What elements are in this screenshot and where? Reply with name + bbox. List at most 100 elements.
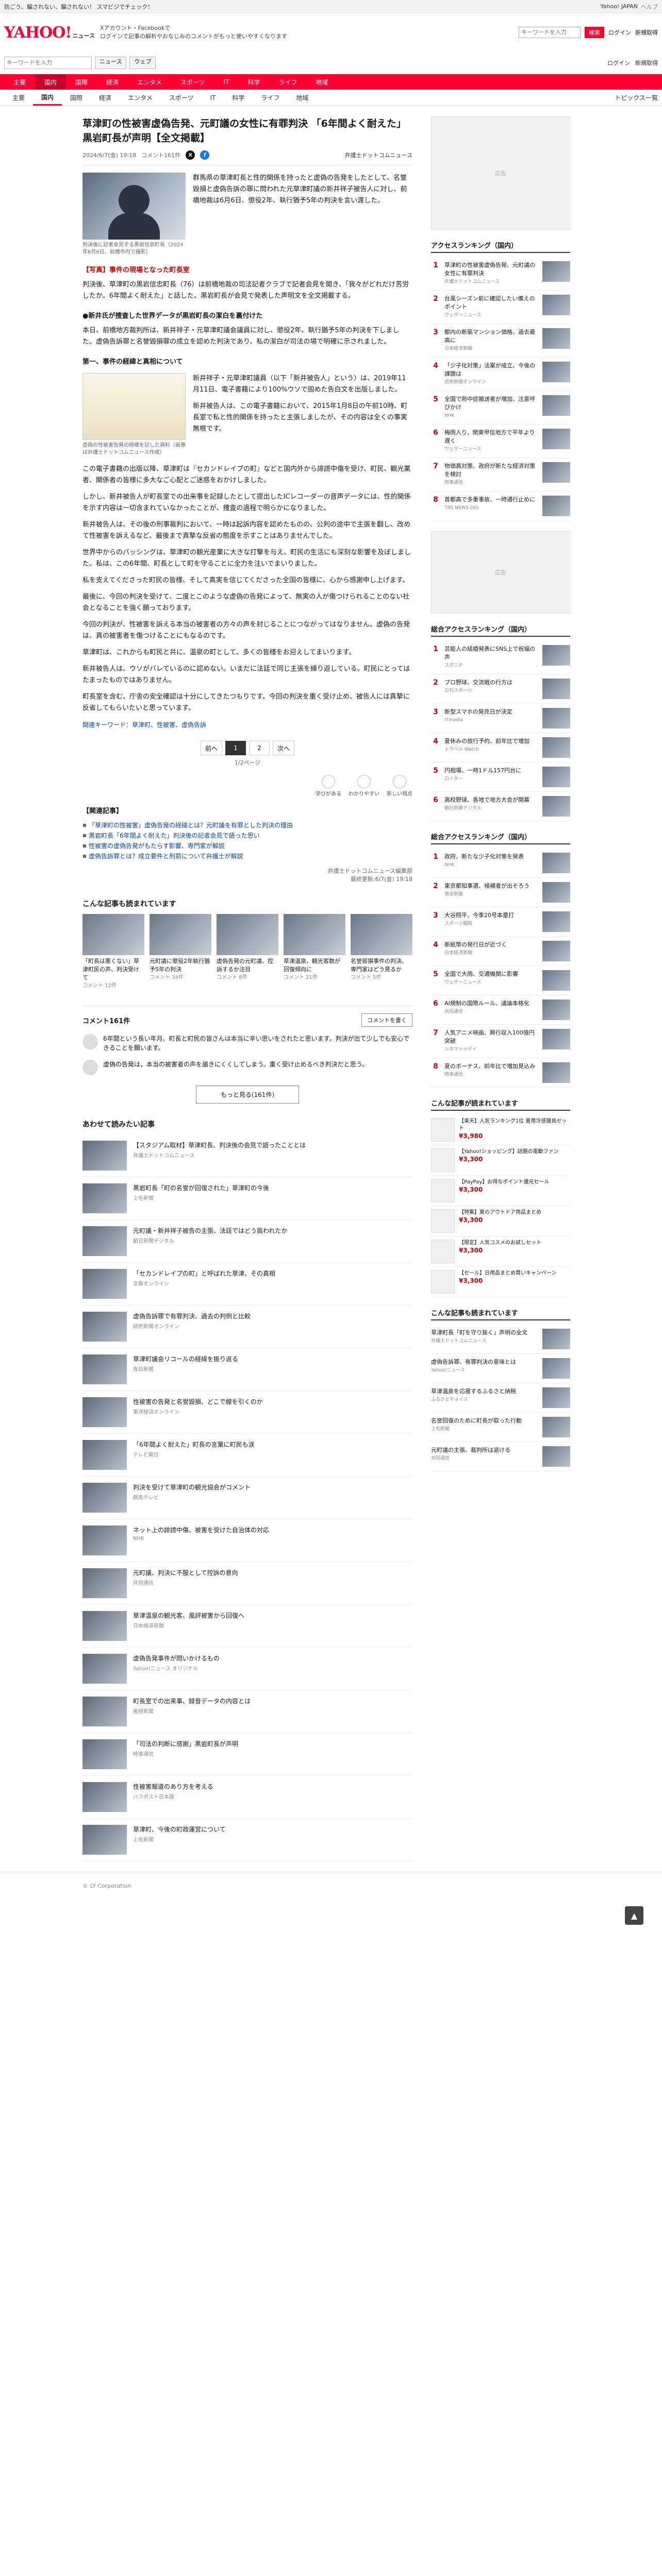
subnav-item-top[interactable]: 主要 (4, 90, 33, 106)
list-item[interactable]: 草津町議会リコールの経緯を振り返る 毎日新聞 (82, 1348, 412, 1391)
shop-item[interactable]: 【特集】夏のアウトドア用品まとめ ¥3,300 (431, 1206, 570, 1236)
ranking-item[interactable]: 5 全国で大雨、交通機関に影響 ウェザーニュース (431, 966, 570, 995)
comment-count-link[interactable]: コメント161件 (141, 151, 180, 159)
pick-card[interactable]: 名誉毀損事件の判決、専門家はどう見るか コメント 5件 (351, 914, 412, 990)
subnav-item-economy[interactable]: 経済 (91, 90, 120, 106)
list-item[interactable]: 虚偽告訴罪で有罪判決、過去の判例と比較 読売新聞オンライン (82, 1306, 412, 1348)
sidebar-ad[interactable]: 広告 (431, 116, 570, 230)
pager-next[interactable]: 次へ (273, 741, 295, 755)
news-search-input[interactable] (4, 57, 92, 69)
search-news-button[interactable]: ニュース (95, 57, 127, 69)
ranking-item[interactable]: 2 台風シーズン前に確認したい備えのポイント ウェザーニュース (431, 291, 570, 324)
reaction-new-view[interactable]: 新しい視点 (387, 775, 412, 797)
photo-section-link[interactable]: 【写真】事件の現場となった町長室 (82, 264, 412, 274)
list-item[interactable]: 判決を受けて草津町の観光協会がコメント 群馬テレビ (82, 1477, 412, 1519)
list-item[interactable]: 元町議、判決に不服として控訴の意向 共同通信 (82, 1562, 412, 1605)
ranking-item[interactable]: 3 都内の新築マンション価格、過去最高に 日本経済新聞 (431, 324, 570, 358)
subnav-item-science[interactable]: 科学 (224, 90, 253, 106)
help-link[interactable]: ヘルプ (641, 3, 658, 11)
related-link[interactable]: 虚偽告訴罪とは？成立要件と刑罰について弁護士が解説 (82, 851, 412, 861)
ranking-item[interactable]: 8 首都高で多重事故、一時通行止めに TBS NEWS DIG (431, 492, 570, 521)
side-more-item[interactable]: 草津温泉を応援するふるさと納税 ふるさとチョイス (431, 1383, 570, 1413)
search-web-button[interactable]: ウェブ (129, 57, 156, 69)
ranking-item[interactable]: 1 芸能人の結婚発表にSNS上で祝福の声 スポニチ (431, 641, 570, 674)
more-comments-button[interactable]: もっと見る(161件) (196, 1086, 299, 1104)
pager-page-2[interactable]: 2 (249, 741, 270, 755)
subnav-item-it[interactable]: IT (202, 90, 224, 106)
pick-card[interactable]: 「町長は悪くない」草津町民の声、判決受けて コメント 12件 (82, 914, 144, 990)
reaction-clear[interactable]: わかりやすい (349, 775, 379, 797)
list-item[interactable]: 「司法の判断に感謝」黒岩町長が声明 時事通信 (82, 1733, 412, 1776)
nav-item-world[interactable]: 国際 (66, 74, 97, 90)
ranking-item[interactable]: 4 夏休みの旅行予約、前年比で増加 トラベル Watch (431, 733, 570, 762)
side-more-item[interactable]: 元町議の主張、裁判所は退ける 共同通信 (431, 1442, 570, 1471)
subnav-item-life[interactable]: ライフ (253, 90, 288, 106)
reaction-learning[interactable]: 学びがある (316, 775, 341, 797)
pick-card[interactable]: 元町議に懲役2年執行猶予5年の判決 コメント 34件 (150, 914, 211, 990)
article-source[interactable]: 弁護士ドットコムニュース (345, 151, 412, 159)
list-item[interactable]: ネット上の誹謗中傷、被害を受けた自治体の対応 NHK (82, 1519, 412, 1562)
ranking-item[interactable]: 7 人気アニメ映画、興行収入100億円突破 シネマトゥデイ (431, 1025, 570, 1058)
lead-photo[interactable] (82, 173, 186, 240)
ranking-item[interactable]: 2 東京都知事選、候補者が出そろう 東京新聞 (431, 878, 570, 907)
list-item[interactable]: 黒岩町長「町の名誉が回復された」草津町の今後 上毛新聞 (82, 1177, 412, 1220)
related-link[interactable]: 性被害の虚偽告発がもたらす影響、専門家が解説 (82, 841, 412, 851)
list-item[interactable]: 草津温泉の観光客、風評被害から回復へ 日本経済新聞 (82, 1605, 412, 1648)
yahoo-news-logo[interactable]: YAHOO! ニュース (4, 24, 95, 42)
shop-item[interactable]: 【限定】人気コスメのお試しセット ¥3,300 (431, 1236, 570, 1267)
header-search-input[interactable] (519, 27, 581, 38)
yahoo-link[interactable]: Yahoo! JAPAN (600, 3, 638, 10)
subnav-item-entertainment[interactable]: エンタメ (120, 90, 161, 106)
pager-prev[interactable]: 前へ (200, 741, 222, 755)
list-item[interactable]: 【スタジアム取材】草津町長、判決後の会見で語ったこととは 弁護士ドットコムニュース (82, 1134, 412, 1177)
side-more-item[interactable]: 虚偽告訴罪、有罪判決の意味とは Yahoo!ニュース (431, 1354, 570, 1383)
list-item[interactable]: 虚偽告発事件が問いかけるもの Yahoo!ニュース オリジナル (82, 1648, 412, 1690)
nav-item-science[interactable]: 科学 (238, 74, 269, 90)
list-item[interactable]: 性被害報道のあり方を考える ハフポスト日本版 (82, 1776, 412, 1819)
nav-item-sports[interactable]: スポーツ (171, 74, 214, 90)
header-search-button[interactable]: 検索 (585, 27, 604, 38)
related-link[interactable]: 黒岩町長「6年間よく耐えた」判決後の記者会見で語った思い (82, 831, 412, 841)
subbar-register[interactable]: 新規取得 (635, 59, 658, 67)
nav-item-domestic[interactable]: 国内 (35, 74, 67, 90)
nav-item-life[interactable]: ライフ (269, 74, 306, 90)
shop-item[interactable]: 【Yahoo!ショッピング】話題の電動ファン ¥3,300 (431, 1145, 570, 1176)
ranking-item[interactable]: 6 高校野球、各地で地方大会が開幕 朝日新聞デジタル (431, 792, 570, 821)
ranking-item[interactable]: 2 プロ野球、交流戦の行方は 日刊スポーツ (431, 674, 570, 704)
list-item[interactable]: 元町議・新井祥子被告の主張、法廷ではどう扱われたか 朝日新聞デジタル (82, 1220, 412, 1263)
keyword-links[interactable]: 関連キーワード：草津町、性被害、虚偽告訴 (82, 719, 412, 731)
sidebar-ad-2[interactable]: 広告 (431, 531, 570, 614)
list-item[interactable]: 性被害の告発と名誉毀損、どこで線を引くのか 東洋経済オンライン (82, 1391, 412, 1434)
list-item[interactable]: 草津町、今後の町政運営について 上毛新聞 (82, 1819, 412, 1861)
shop-item[interactable]: 【楽天】人気ランキング1位 夏用冷感寝具セット ¥3,980 (431, 1115, 570, 1145)
list-item[interactable]: 町長室での出来事、録音データの内容とは 産経新聞 (82, 1690, 412, 1733)
header-register-link[interactable]: 新規取得 (635, 28, 658, 37)
subnav-item-world[interactable]: 国際 (62, 90, 91, 106)
document-image[interactable] (82, 373, 186, 440)
facebook-share-icon[interactable]: f (200, 150, 210, 160)
pick-card[interactable]: 虚偽告発の元町議、控訴するか注目 コメント 8件 (217, 914, 278, 990)
nav-item-economy[interactable]: 経済 (97, 74, 128, 90)
ranking-item[interactable]: 3 大谷翔平、今季20号本塁打 スポーツ報知 (431, 907, 570, 937)
subnav-item-sports[interactable]: スポーツ (161, 90, 202, 106)
ranking-item[interactable]: 5 全国で熱中症搬送者が増加、注意呼びかけ NHK (431, 391, 570, 425)
shop-item[interactable]: 【セール】日用品まとめ買いキャンペーン ¥3,300 (431, 1267, 570, 1297)
ranking-item[interactable]: 5 円相場、一時1ドル157円台に ロイター (431, 762, 570, 792)
shop-item[interactable]: 【PayPay】お得なポイント還元セール ¥3,300 (431, 1176, 570, 1206)
nav-item-top[interactable]: 主要 (4, 74, 35, 90)
pager-page-1[interactable]: 1 (225, 741, 246, 755)
x-share-icon[interactable]: X (186, 150, 195, 160)
nav-item-entertainment[interactable]: エンタメ (128, 74, 171, 90)
subnav-item-local[interactable]: 地域 (288, 90, 317, 106)
ranking-item[interactable]: 4 新紙幣の発行日が近づく 日本経済新聞 (431, 937, 570, 966)
ranking-item[interactable]: 3 新型スマホの発売日が決定 ITmedia (431, 704, 570, 733)
side-more-item[interactable]: 名誉回復のために町長が取った行動 上毛新聞 (431, 1413, 570, 1442)
list-item[interactable]: 「セカンドレイプの町」と呼ばれた草津、その真相 文春オンライン (82, 1263, 412, 1306)
ranking-item[interactable]: 7 物価高対策、政府が新たな経済対策を検討 時事通信 (431, 458, 570, 492)
ranking-item[interactable]: 1 政府、新たな少子化対策を発表 NHK (431, 849, 570, 878)
related-link[interactable]: 「草津町の性被害」虚偽告発の経緯とは？元町議を有罪とした判決の理由 (82, 820, 412, 831)
subbar-login[interactable]: ログイン (607, 59, 630, 67)
subnav-item-domestic[interactable]: 国内 (33, 90, 62, 106)
ranking-item[interactable]: 1 草津町の性被害虚偽告発、元町議の女性に有罪判決 弁護士ドットコムニュース (431, 257, 570, 291)
topics-list-link[interactable]: トピックス一覧 (615, 93, 658, 102)
